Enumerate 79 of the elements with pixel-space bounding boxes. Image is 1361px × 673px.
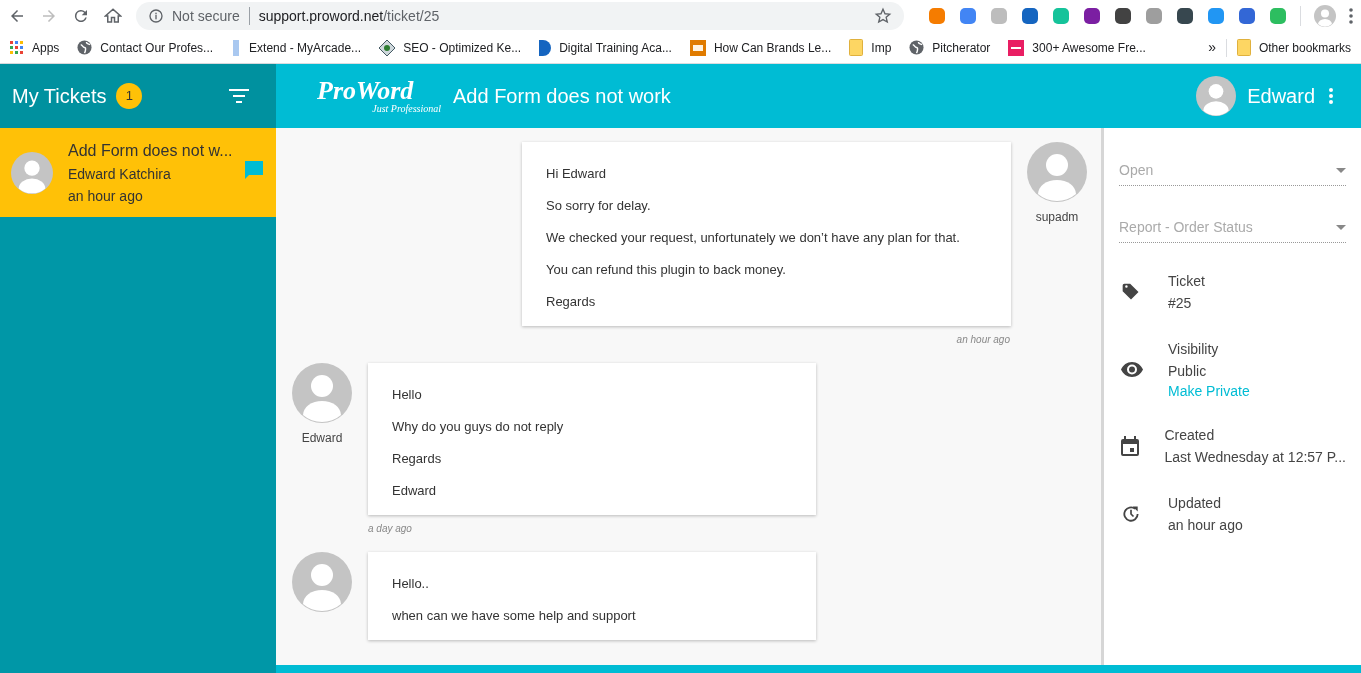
info-label: Updated <box>1168 494 1222 513</box>
message-text: when can we have some help and support <box>392 607 637 625</box>
bookmark-link[interactable]: Apps <box>32 38 60 57</box>
info-label: Ticket <box>1168 272 1205 291</box>
message-text: Regards <box>546 293 597 311</box>
count-badge: 1 <box>116 83 143 109</box>
bookmark-link[interactable]: Pitcherator <box>932 38 991 57</box>
apps-icon <box>10 40 24 55</box>
bookmark-icon <box>539 39 552 56</box>
bookmark-icon <box>231 39 242 56</box>
message-text: So sorry for delay. <box>546 197 652 215</box>
message-text: Hello <box>392 386 423 404</box>
extension-icon[interactable] <box>1176 7 1194 25</box>
info-value: Last Wednesday at 12:57 P... <box>1164 448 1346 467</box>
info-value: Public <box>1168 362 1208 381</box>
message-text: Hi Edward <box>546 165 607 183</box>
security-label: Not secure <box>172 6 240 26</box>
ticket-item[interactable]: Add Form does not w... Edward Katchira an hour ago <box>0 128 276 217</box>
sidebar-title: My Tickets <box>12 84 107 109</box>
address-bar[interactable]: Not secure support.proword.net/ticket/25 <box>136 2 904 30</box>
url-text: support.proword.net/ticket/25 <box>258 6 440 26</box>
reload-icon[interactable] <box>72 7 90 25</box>
dropdown-icon <box>1336 168 1346 173</box>
globe-icon <box>77 40 93 55</box>
user-avatar <box>11 151 53 194</box>
filter-icon[interactable] <box>229 89 249 103</box>
bookmark-link[interactable]: Digital Training Aca... <box>559 38 672 57</box>
logo: ProWord Just Professional <box>317 78 441 114</box>
message-text: Edward <box>392 482 438 500</box>
bookmark-link[interactable]: Contact Our Profes... <box>100 38 214 57</box>
bookmark-link[interactable]: Extend - MyArcade... <box>249 38 362 57</box>
ticket-title: Add Form does not w... <box>68 140 234 161</box>
message-text: We checked your request, unfortunately we don’t have any plan for that. <box>546 229 961 247</box>
info-value: an hour ago <box>1168 516 1243 535</box>
tag-icon <box>1121 282 1141 302</box>
calendar-icon <box>1121 436 1139 456</box>
author-name: supadm <box>1035 209 1079 226</box>
chat-icon <box>243 158 265 181</box>
bookmark-link[interactable]: Imp <box>871 38 892 57</box>
info-value: #25 <box>1168 294 1193 313</box>
star-icon[interactable] <box>874 7 892 25</box>
profile-avatar <box>1314 5 1336 27</box>
menu-icon[interactable] <box>1349 8 1353 24</box>
ticket-time: an hour ago <box>68 186 144 206</box>
extension-icon[interactable] <box>1238 7 1256 25</box>
message-text: You can refund this plugin to back money. <box>546 261 787 279</box>
eye-icon <box>1121 361 1143 377</box>
home-icon[interactable] <box>104 7 122 25</box>
message-time: an hour ago <box>956 333 1010 347</box>
user-avatar <box>1196 76 1237 116</box>
more-bookmarks[interactable]: » <box>1208 37 1216 58</box>
message-text: Hello.. <box>392 575 430 593</box>
user-avatar <box>1027 142 1087 202</box>
globe-icon <box>909 40 925 55</box>
bookmark-icon <box>689 39 706 56</box>
extension-icon[interactable] <box>1021 7 1039 25</box>
bookmark-link[interactable]: SEO - Optimized Ke... <box>403 38 522 57</box>
ticket-author: Edward Katchira <box>68 164 172 184</box>
user-avatar <box>292 363 352 423</box>
bookmark-icon <box>1008 39 1025 56</box>
bookmark-link[interactable]: Other bookmarks <box>1258 38 1351 57</box>
message-time: a day ago <box>368 522 412 536</box>
folder-icon <box>1236 39 1251 56</box>
folder-icon <box>849 39 864 56</box>
diamond-icon <box>379 39 396 56</box>
extension-icon[interactable] <box>1114 7 1132 25</box>
dropdown-icon <box>1336 225 1346 230</box>
message-text: Why do you guys do not reply <box>392 418 565 436</box>
ticket-heading: Add Form does not work <box>453 84 671 109</box>
history-icon <box>1121 504 1141 524</box>
author-name: Edward <box>301 430 343 447</box>
user-avatar <box>292 552 352 612</box>
message-text: Regards <box>392 450 443 468</box>
info-icon <box>148 8 164 24</box>
info-label: Visibility <box>1168 340 1220 359</box>
bookmark-link[interactable]: 300+ Awesome Fre... <box>1032 38 1146 57</box>
extension-icon[interactable] <box>1083 7 1101 25</box>
bookmark-link[interactable]: How Can Brands Le... <box>713 38 832 57</box>
info-label: Created <box>1164 426 1216 445</box>
